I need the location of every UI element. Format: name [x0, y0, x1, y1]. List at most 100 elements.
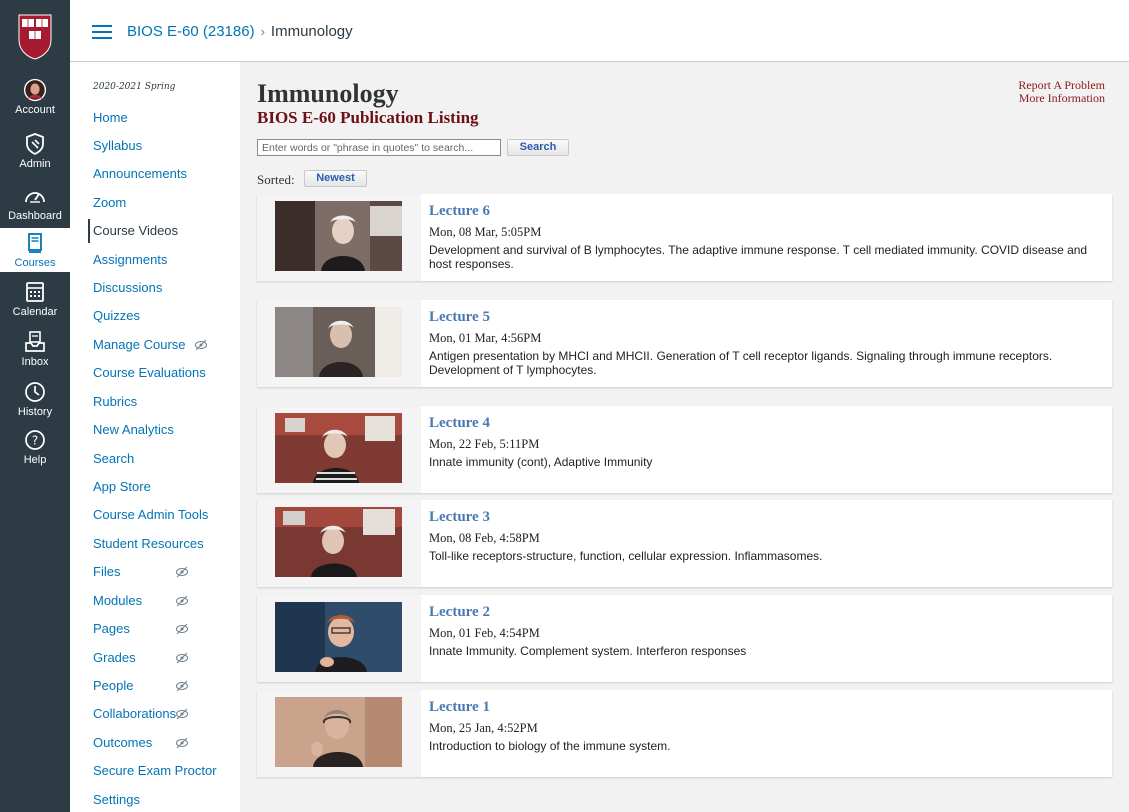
global-navigation: Account Admin Dashboard Courses Calendar…: [0, 0, 70, 812]
course-nav-course-evaluations[interactable]: Course Evaluations: [93, 363, 213, 383]
eye-slash-icon: [195, 339, 207, 351]
course-nav-course-videos[interactable]: Course Videos: [93, 221, 213, 241]
global-nav-label: Dashboard: [8, 210, 62, 222]
global-nav-dashboard[interactable]: Dashboard: [0, 184, 70, 223]
main-content: Immunology BIOS E-60 Publication Listing…: [240, 62, 1129, 812]
lecture-title-link[interactable]: Lecture 1: [429, 699, 490, 716]
lecture-title-link[interactable]: Lecture 6: [429, 203, 490, 220]
eye-slash-icon: [176, 652, 188, 664]
course-nav-discussions[interactable]: Discussions: [93, 278, 213, 298]
thumbnail-frame: [257, 406, 421, 493]
course-nav-collaborations[interactable]: Collaborations: [93, 704, 213, 724]
page-title: Immunology: [257, 79, 399, 108]
eye-slash-icon: [176, 680, 188, 692]
breadcrumb: BIOS E-60 (23186) › Immunology: [127, 23, 353, 40]
course-nav-student-resources[interactable]: Student Resources: [93, 534, 213, 554]
course-nav-zoom[interactable]: Zoom: [93, 193, 213, 213]
active-item-indicator: [88, 219, 90, 243]
global-nav-account[interactable]: Account: [0, 78, 70, 117]
global-nav-admin[interactable]: Admin: [0, 132, 70, 171]
global-nav-label: Account: [15, 104, 55, 116]
thumbnail-frame: [257, 690, 421, 777]
hamburger-menu-icon[interactable]: [92, 25, 112, 41]
inbox-icon: [25, 331, 45, 352]
sort-label: Sorted:: [257, 172, 295, 187]
lecture-date: Mon, 22 Feb, 5:11PM: [429, 437, 540, 451]
thumbnail-frame: [257, 300, 421, 387]
dashboard-icon: [25, 192, 45, 203]
course-nav-assignments[interactable]: Assignments: [93, 250, 213, 270]
lecture-description: Innate Immunity. Complement system. Inte…: [429, 644, 747, 658]
eye-slash-icon: [176, 737, 188, 749]
course-nav-announcements[interactable]: Announcements: [93, 164, 213, 184]
course-nav-quizzes[interactable]: Quizzes: [93, 306, 213, 326]
thumbnail-frame: [257, 500, 421, 587]
course-navigation: 2020-2021 Spring Home Syllabus Announcem…: [70, 62, 240, 812]
lecture-date: Mon, 08 Feb, 4:58PM: [429, 531, 540, 545]
sort-newest-button[interactable]: Newest: [304, 170, 367, 187]
breadcrumb-current: Immunology: [270, 23, 353, 40]
course-nav-course-admin-tools[interactable]: Course Admin Tools: [93, 505, 213, 525]
global-nav-label: Courses: [14, 257, 56, 269]
course-nav-people[interactable]: People: [93, 676, 213, 696]
lecture-title-link[interactable]: Lecture 5: [429, 309, 490, 326]
global-nav-label: Inbox: [21, 356, 49, 368]
course-nav-home[interactable]: Home: [93, 108, 213, 128]
global-nav-inbox[interactable]: Inbox: [0, 330, 70, 369]
global-nav-calendar[interactable]: Calendar: [0, 280, 70, 319]
global-nav-help[interactable]: ? Help: [0, 428, 70, 467]
lecture-thumbnail[interactable]: [275, 307, 402, 377]
global-nav-label: History: [17, 406, 53, 418]
course-nav-new-analytics[interactable]: New Analytics: [93, 420, 213, 440]
global-nav-history[interactable]: History: [0, 380, 70, 419]
lecture-thumbnail[interactable]: [275, 413, 402, 483]
course-nav-outcomes[interactable]: Outcomes: [93, 733, 213, 753]
eye-slash-icon: [176, 566, 188, 578]
course-term: 2020-2021 Spring: [93, 82, 176, 92]
course-nav-secure-exam-proctor[interactable]: Secure Exam Proctor: [93, 761, 217, 781]
course-nav-syllabus[interactable]: Syllabus: [93, 136, 213, 156]
course-nav-rubrics[interactable]: Rubrics: [93, 392, 213, 412]
global-nav-label: Calendar: [12, 306, 58, 318]
book-icon: [28, 233, 42, 253]
search-input[interactable]: [257, 139, 501, 156]
lecture-card[interactable]: Lecture 4 Mon, 22 Feb, 5:11PM Innate imm…: [257, 406, 1112, 493]
global-nav-label: Help: [23, 454, 47, 466]
eye-slash-icon: [176, 595, 188, 607]
lecture-description: Toll-like receptors-structure, function,…: [429, 549, 823, 563]
help-icon: ?: [25, 430, 45, 450]
lecture-description: Development and survival of B lymphocyte…: [429, 243, 1088, 271]
global-nav-courses[interactable]: Courses: [0, 228, 70, 272]
lecture-card[interactable]: Lecture 2 Mon, 01 Feb, 4:54PM Innate Imm…: [257, 595, 1112, 682]
lecture-card[interactable]: Lecture 5 Mon, 01 Mar, 4:56PM Antigen pr…: [257, 300, 1112, 387]
lecture-thumbnail[interactable]: [275, 697, 402, 767]
lecture-title-link[interactable]: Lecture 3: [429, 509, 490, 526]
course-nav-search[interactable]: Search: [93, 449, 213, 469]
search-button[interactable]: Search: [507, 139, 569, 156]
lecture-thumbnail[interactable]: [275, 507, 402, 577]
harvard-shield-logo[interactable]: [18, 14, 52, 60]
course-nav-files[interactable]: Files: [93, 562, 213, 582]
lecture-title-link[interactable]: Lecture 2: [429, 604, 490, 621]
course-nav-modules[interactable]: Modules: [93, 591, 213, 611]
avatar: [23, 78, 47, 102]
eye-slash-icon: [176, 623, 188, 635]
calendar-icon: [26, 282, 44, 302]
course-nav-pages[interactable]: Pages: [93, 619, 213, 639]
breadcrumb-separator: ›: [260, 24, 265, 39]
lecture-description: Introduction to biology of the immune sy…: [429, 739, 671, 753]
lecture-card[interactable]: Lecture 6 Mon, 08 Mar, 5:05PM Developmen…: [257, 194, 1112, 281]
lecture-card[interactable]: Lecture 1 Mon, 25 Jan, 4:52PM Introducti…: [257, 690, 1112, 777]
breadcrumb-course-link[interactable]: BIOS E-60 (23186): [127, 23, 255, 40]
course-nav-grades[interactable]: Grades: [93, 648, 213, 668]
lecture-card[interactable]: Lecture 3 Mon, 08 Feb, 4:58PM Toll-like …: [257, 500, 1112, 587]
course-nav-app-store[interactable]: App Store: [93, 477, 213, 497]
more-information-link[interactable]: More Information: [1018, 92, 1105, 105]
lecture-date: Mon, 01 Mar, 4:56PM: [429, 331, 542, 345]
course-nav-settings[interactable]: Settings: [93, 790, 213, 810]
lecture-description: Antigen presentation by MHCI and MHCII. …: [429, 349, 1053, 377]
clock-icon: [25, 382, 45, 402]
lecture-thumbnail[interactable]: [275, 201, 402, 271]
lecture-title-link[interactable]: Lecture 4: [429, 415, 490, 432]
lecture-thumbnail[interactable]: [275, 602, 402, 672]
